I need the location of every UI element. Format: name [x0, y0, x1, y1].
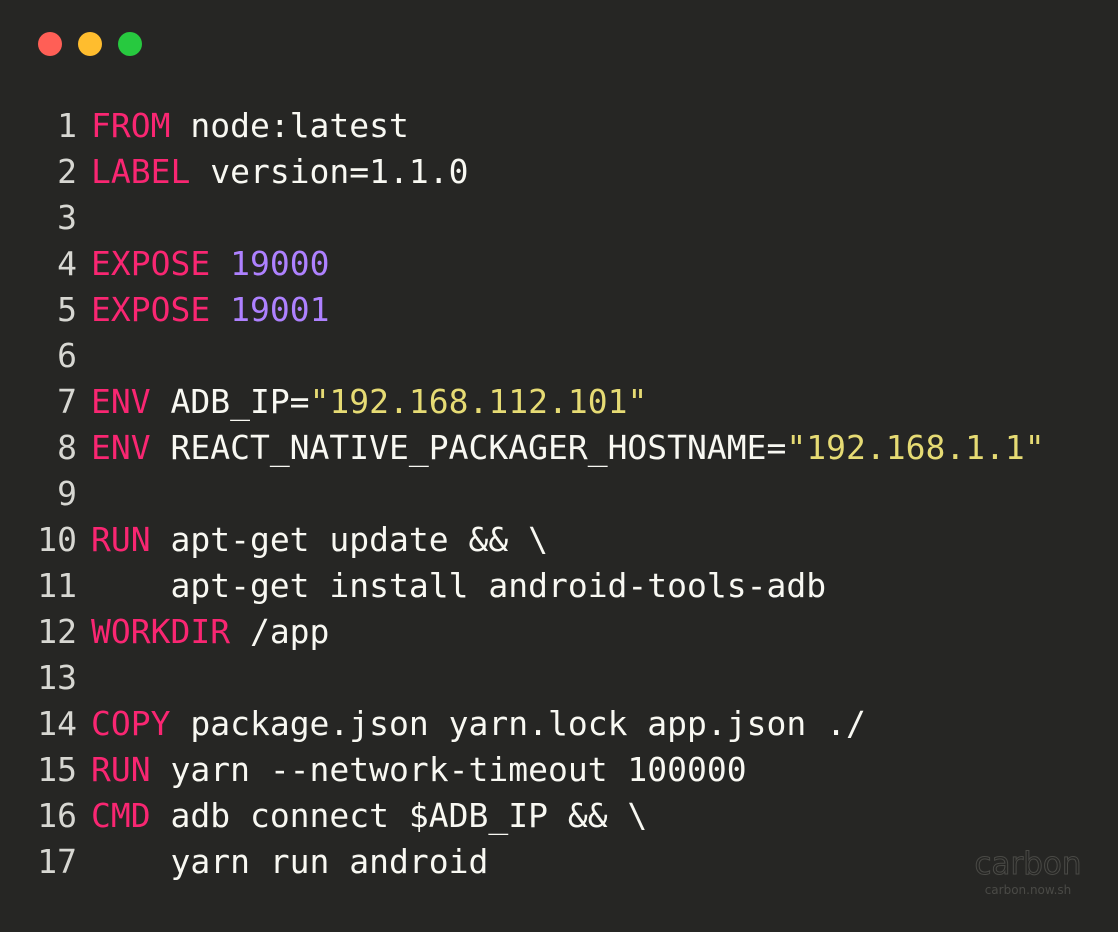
line-number: 16 — [37, 796, 77, 835]
line-number: 10 — [37, 520, 77, 559]
code-token-str: "192.168.112.101" — [309, 382, 648, 421]
line-number: 4 — [57, 244, 77, 283]
window-controls — [38, 32, 158, 56]
code-token-txt: version=1.1.0 — [190, 152, 469, 191]
code-line: 11 apt-get install android-tools-adb — [0, 563, 1045, 609]
code-token-kw: EXPOSE — [91, 290, 211, 329]
code-token-kw: LABEL — [91, 152, 191, 191]
line-number: 1 — [57, 106, 77, 145]
code-token-txt: yarn --network-timeout 100000 — [150, 750, 747, 789]
code-line: 13 — [0, 655, 1045, 701]
code-line: 16 CMD adb connect $ADB_IP && \ — [0, 793, 1045, 839]
code-token-kw: COPY — [91, 704, 171, 743]
code-line: 1 FROM node:latest — [0, 103, 1045, 149]
code-line: 9 — [0, 471, 1045, 517]
line-number: 7 — [57, 382, 77, 421]
code-token-txt: node:latest — [170, 106, 409, 145]
code-token-kw: FROM — [91, 106, 171, 145]
close-dot-icon[interactable] — [38, 32, 62, 56]
line-number: 15 — [37, 750, 77, 789]
code-token-kw: RUN — [91, 750, 151, 789]
code-line: 14 COPY package.json yarn.lock app.json .… — [0, 701, 1045, 747]
code-line: 10 RUN apt-get update && \ — [0, 517, 1045, 563]
code-line: 2 LABEL version=1.1.0 — [0, 149, 1045, 195]
minimize-dot-icon[interactable] — [78, 32, 102, 56]
code-line: 3 — [0, 195, 1045, 241]
code-line: 4 EXPOSE 19000 — [0, 241, 1045, 287]
code-token-txt: ADB_IP= — [150, 382, 310, 421]
line-number: 13 — [37, 658, 77, 697]
line-number: 8 — [57, 428, 77, 467]
code-token-kw: WORKDIR — [91, 612, 231, 651]
code-token-kw: ENV — [91, 382, 151, 421]
code-token-num: 19001 — [230, 290, 330, 329]
code-token-txt: /app — [230, 612, 330, 651]
code-token-num: 19000 — [230, 244, 330, 283]
code-token-kw: EXPOSE — [91, 244, 211, 283]
code-line: 5 EXPOSE 19001 — [0, 287, 1045, 333]
code-line: 7 ENV ADB_IP= "192.168.112.101" — [0, 379, 1045, 425]
watermark-url: carbon.now.sh — [984, 883, 1072, 897]
line-number: 17 — [37, 842, 77, 881]
line-number: 11 — [37, 566, 77, 605]
code-block[interactable]: 1 FROM node:latest 2 LABEL version=1.1.0 3 4 E… — [0, 103, 1045, 885]
line-number: 6 — [57, 336, 77, 375]
code-line: 6 — [0, 333, 1045, 379]
line-number: 14 — [37, 704, 77, 743]
line-number: 2 — [57, 152, 77, 191]
code-token-str: "192.168.1.1" — [786, 428, 1045, 467]
carbon-watermark: carbon carbon.now.sh — [972, 846, 1084, 898]
code-token-kw: CMD — [91, 796, 151, 835]
maximize-dot-icon[interactable] — [118, 32, 142, 56]
code-token-txt: yarn run android — [91, 842, 489, 881]
line-number: 3 — [57, 198, 77, 237]
code-token-txt: package.json yarn.lock app.json ./ — [170, 704, 866, 743]
code-window: 1 FROM node:latest 2 LABEL version=1.1.0 3 4 E… — [0, 0, 1118, 932]
code-line: 12 WORKDIR /app — [0, 609, 1045, 655]
line-number: 9 — [57, 474, 77, 513]
code-token-txt: REACT_NATIVE_PACKAGER_HOSTNAME= — [150, 428, 787, 467]
code-token-txt: apt-get install android-tools-adb — [91, 566, 827, 605]
code-token-kw: RUN — [91, 520, 151, 559]
code-line: 17 yarn run android — [0, 839, 1045, 885]
code-line: 8 ENV REACT_NATIVE_PACKAGER_HOSTNAME= "192… — [0, 425, 1045, 471]
code-token-txt: apt-get update && \ — [150, 520, 548, 559]
line-number: 12 — [37, 612, 77, 651]
code-token-txt: adb connect $ADB_IP && \ — [150, 796, 648, 835]
line-number: 5 — [57, 290, 77, 329]
code-token-kw: ENV — [91, 428, 151, 467]
watermark-brand: carbon — [974, 846, 1082, 883]
code-line: 15 RUN yarn --network-timeout 100000 — [0, 747, 1045, 793]
